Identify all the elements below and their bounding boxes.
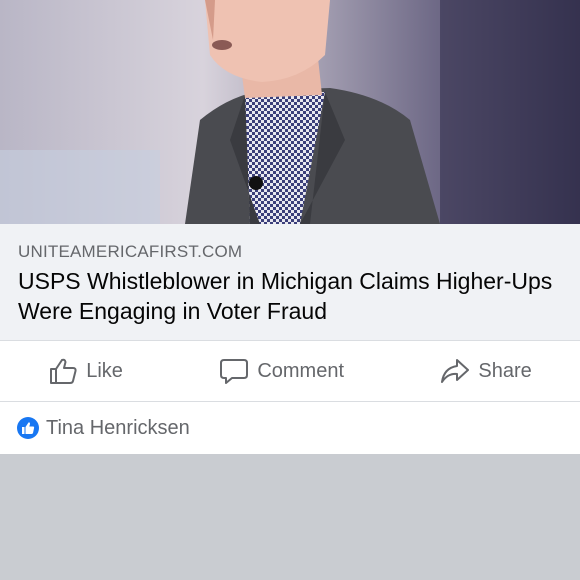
post-action-bar: Like Comment Share	[0, 340, 580, 402]
share-arrow-icon	[441, 359, 470, 383]
link-domain: UNITEAMERICAFIRST.COM	[18, 242, 243, 261]
like-label: Like	[86, 359, 123, 382]
speaker-photo	[0, 0, 580, 224]
share-button[interactable]: Share	[426, 351, 545, 391]
like-reaction-icon	[17, 417, 39, 439]
post-image[interactable]	[0, 0, 580, 224]
comment-label: Comment	[257, 359, 345, 382]
comment-button[interactable]: Comment	[205, 351, 358, 391]
link-headline[interactable]: USPS Whistleblower in Michigan Claims Hi…	[18, 266, 562, 326]
thumbs-up-icon	[50, 358, 77, 384]
reactions-summary[interactable]: Tina Henricksen	[0, 402, 580, 454]
feed-background	[0, 454, 580, 580]
reactor-name: Tina Henricksen	[46, 416, 190, 439]
share-label: Share	[478, 359, 532, 382]
link-preview[interactable]: UNITEAMERICAFIRST.COM USPS Whistleblower…	[0, 224, 580, 340]
comment-icon	[220, 359, 249, 384]
like-button[interactable]: Like	[34, 351, 137, 391]
